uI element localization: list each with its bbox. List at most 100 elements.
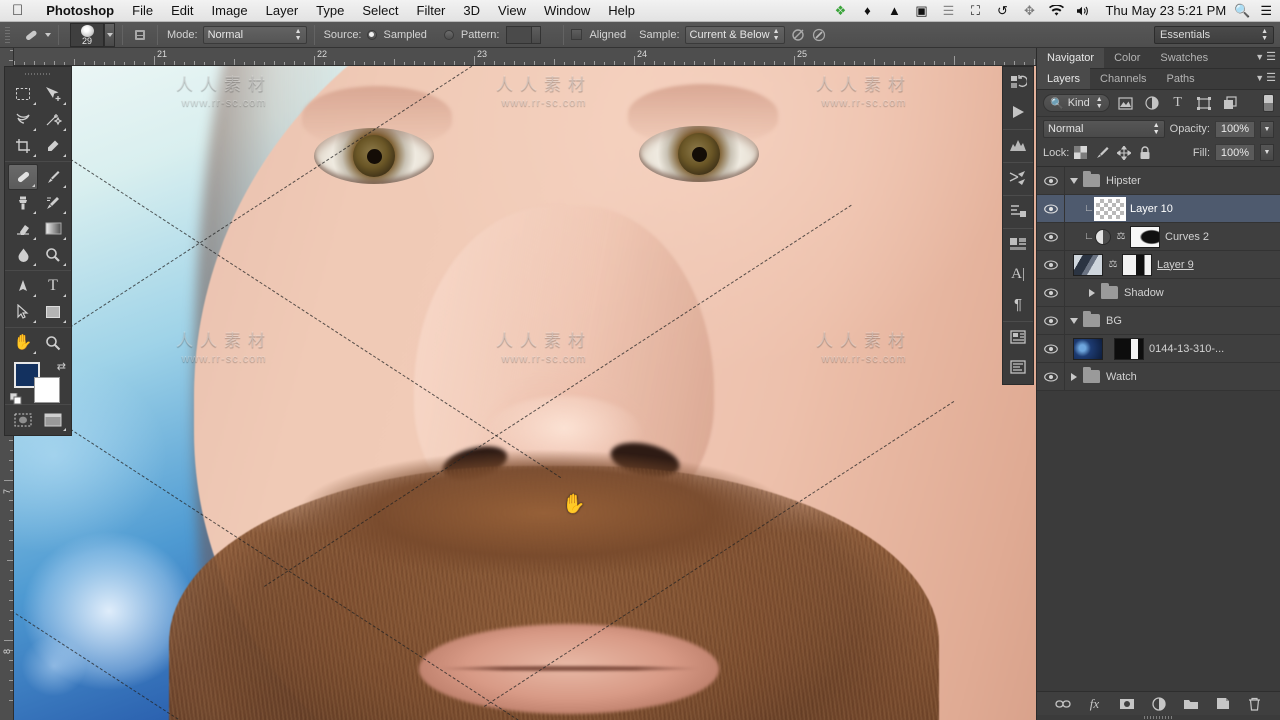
table-row[interactable]: ⚖ Layer 9 (1037, 251, 1280, 279)
type-tool[interactable]: T (38, 273, 68, 299)
time-machine-icon[interactable]: ↺ (994, 3, 1010, 18)
eyedropper-tool[interactable] (38, 133, 68, 159)
layer-name[interactable]: Layer 10 (1130, 203, 1173, 215)
options-bar-grip[interactable] (3, 24, 12, 45)
panel-resize-grip[interactable] (1037, 715, 1280, 720)
hand-tool[interactable]: ✋ (8, 330, 38, 356)
link-layers-button[interactable] (1054, 695, 1072, 713)
dodge-tool[interactable] (38, 242, 68, 268)
fill-stepper[interactable]: ▼ (1260, 144, 1274, 161)
layer-name[interactable]: 0144-13-310-... (1149, 343, 1224, 355)
layer-thumbnail[interactable] (1073, 337, 1103, 360)
menu-item-window[interactable]: Window (535, 3, 599, 18)
path-selection-tool[interactable] (8, 299, 38, 325)
new-group-button[interactable] (1182, 695, 1200, 713)
source-sampled-radio[interactable] (366, 29, 377, 40)
opacity-value[interactable]: 100% (1215, 120, 1255, 138)
adjustment-layer-icon[interactable] (1095, 228, 1111, 245)
menu-item-photoshop[interactable]: Photoshop (37, 3, 123, 18)
lock-position-icon[interactable] (1117, 145, 1132, 160)
gradient-tool[interactable] (38, 216, 68, 242)
layer-name[interactable]: Hipster (1106, 175, 1141, 187)
properties-panel-icon[interactable] (1003, 196, 1033, 226)
horizontal-ruler[interactable]: 21 22 23 24 25 (14, 48, 1036, 66)
group-disclosure-triangle[interactable] (1083, 279, 1101, 306)
blend-mode-select[interactable]: Normal ▲ ▼ (202, 25, 307, 44)
workspace-switcher-button[interactable]: Essentials ▲ ▼ (1154, 25, 1274, 44)
table-row[interactable]: BG (1037, 307, 1280, 335)
layer-visibility-toggle[interactable] (1037, 279, 1065, 306)
layer-thumbnail[interactable] (1094, 196, 1126, 221)
magic-wand-tool[interactable] (38, 107, 68, 133)
history-brush-tool[interactable] (38, 190, 68, 216)
bluetooth-icon[interactable]: ✥ (1021, 3, 1037, 18)
pattern-picker-chevron-down-icon[interactable] (532, 25, 542, 44)
background-color-swatch[interactable] (34, 376, 60, 403)
layer-name[interactable]: BG (1106, 315, 1122, 327)
rectangular-marquee-tool[interactable] (8, 81, 38, 107)
wifi-icon[interactable] (1048, 3, 1064, 18)
adjustments-panel-icon[interactable] (1003, 163, 1033, 193)
volume-icon[interactable] (1075, 3, 1091, 18)
tab-color[interactable]: Color (1104, 47, 1150, 68)
healing-brush-icon[interactable] (20, 25, 42, 45)
clone-stamp-tool[interactable] (8, 190, 38, 216)
filter-kind-select[interactable]: 🔍 Kind ▲ ▼ (1043, 94, 1110, 112)
source-pattern-radio[interactable] (443, 29, 454, 40)
menu-item-view[interactable]: View (489, 3, 535, 18)
zoom-tool[interactable] (38, 330, 68, 356)
paragraph-panel-icon[interactable]: ¶ (1003, 289, 1033, 319)
move-tool[interactable] (38, 81, 68, 107)
spot-healing-brush-tool[interactable] (8, 163, 38, 190)
menu-item-select[interactable]: Select (353, 3, 407, 18)
panel-menu-icon[interactable]: ▼ ☰ (1255, 51, 1276, 62)
filter-enable-toggle[interactable] (1263, 94, 1274, 112)
new-layer-button[interactable] (1214, 695, 1232, 713)
spotlight-search-icon[interactable]: 🔍 (1234, 3, 1250, 19)
blur-tool[interactable] (8, 242, 38, 268)
history-panel-icon[interactable] (1003, 67, 1033, 97)
screen-share-icon[interactable]: ▣ (913, 3, 929, 18)
link-mask-icon[interactable]: ⚖ (1108, 259, 1118, 270)
mini-bridge-panel-icon[interactable] (1003, 229, 1033, 259)
screen-mode-icon[interactable] (38, 407, 68, 433)
pattern-swatch[interactable] (506, 25, 533, 44)
filter-pixel-icon[interactable] (1116, 94, 1136, 112)
menu-item-edit[interactable]: Edit (162, 3, 202, 18)
menu-item-3d[interactable]: 3D (454, 3, 489, 18)
toolbox-grip[interactable] (25, 70, 51, 79)
aligned-checkbox[interactable] (571, 29, 583, 40)
lock-image-pixels-icon[interactable] (1095, 146, 1109, 159)
group-disclosure-triangle[interactable] (1065, 307, 1083, 334)
rectangle-tool[interactable] (38, 299, 68, 325)
layer-visibility-toggle[interactable] (1037, 335, 1065, 362)
menu-item-type[interactable]: Type (307, 3, 353, 18)
clone-source-panel-icon[interactable] (130, 25, 150, 45)
panel-menu-icon[interactable]: ▼ ☰ (1255, 72, 1276, 83)
menu-item-help[interactable]: Help (599, 3, 644, 18)
brush-size-preview[interactable]: 29 (70, 22, 104, 47)
pressure-for-size-icon[interactable] (809, 25, 829, 45)
tab-swatches[interactable]: Swatches (1150, 47, 1218, 68)
lock-transparent-pixels-icon[interactable] (1074, 146, 1088, 159)
airplay-icon[interactable]: ⛶ (967, 3, 983, 18)
filter-shape-icon[interactable] (1194, 94, 1214, 112)
apple-logo-icon[interactable]:  (12, 3, 23, 18)
add-layer-mask-button[interactable] (1118, 695, 1136, 713)
filter-type-icon[interactable]: T (1168, 94, 1188, 112)
filter-smart-object-icon[interactable] (1220, 94, 1240, 112)
menu-item-image[interactable]: Image (203, 3, 257, 18)
default-colors-icon[interactable] (9, 392, 22, 405)
table-row[interactable]: Shadow (1037, 279, 1280, 307)
layer-blend-mode-select[interactable]: Normal ▲ ▼ (1043, 120, 1165, 138)
group-disclosure-triangle[interactable] (1065, 363, 1083, 390)
lock-all-icon[interactable] (1139, 145, 1151, 160)
dropbox-icon[interactable]: ♦ (859, 3, 875, 18)
fill-value[interactable]: 100% (1215, 144, 1255, 161)
layer-name[interactable]: Curves 2 (1165, 231, 1209, 243)
histogram-panel-icon[interactable] (1003, 130, 1033, 160)
layer-name[interactable]: Shadow (1124, 287, 1164, 299)
delete-layer-button[interactable] (1246, 695, 1264, 713)
eraser-tool[interactable] (8, 216, 38, 242)
new-adjustment-layer-button[interactable] (1150, 695, 1168, 713)
